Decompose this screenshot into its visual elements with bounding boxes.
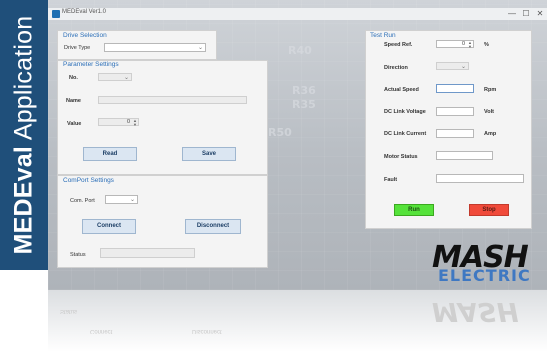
board-label: R50: [268, 126, 292, 139]
speed-ref-label: Speed Ref.: [384, 42, 413, 48]
chevron-down-icon: ⌄: [123, 75, 129, 81]
dc-link-voltage-label: DC Link Voltage: [384, 109, 426, 115]
dc-link-current-label: DC Link Current: [384, 131, 427, 137]
direction-select[interactable]: ⌄: [436, 62, 469, 70]
reflection-logo: MASH: [432, 296, 519, 326]
maximize-button[interactable]: ☐: [519, 8, 533, 19]
chevron-down-icon: ⌄: [197, 45, 203, 51]
read-button[interactable]: Read: [83, 147, 137, 161]
param-value-field[interactable]: 0 ▲ ▼: [98, 118, 139, 127]
param-value-number: 0: [126, 119, 130, 125]
param-value-label: Value: [67, 121, 82, 127]
run-button[interactable]: Run: [394, 204, 434, 216]
reflection-status: Status: [60, 308, 78, 314]
status-label: Status: [70, 252, 86, 258]
title-bar: [48, 8, 547, 20]
motor-status-label: Motor Status: [384, 154, 418, 160]
dc-link-current-unit: Amp: [484, 131, 497, 137]
reflection-disconnect: Disconnect: [192, 328, 222, 334]
param-name-field[interactable]: [98, 96, 247, 104]
electric-logo: ELECTRIC: [438, 266, 531, 285]
param-name-label: Name: [66, 98, 81, 104]
disconnect-button[interactable]: Disconnect: [185, 219, 241, 234]
reflection: MASH Status Connect Disconnect: [48, 290, 547, 352]
fault-label: Fault: [384, 177, 398, 183]
side-banner: MEDEval Application: [0, 0, 48, 270]
param-no-select[interactable]: ⌄: [98, 73, 132, 81]
comport-settings-title: ComPort Settings: [63, 177, 114, 184]
stop-button[interactable]: Stop: [469, 204, 509, 216]
save-button[interactable]: Save: [182, 147, 236, 161]
board-label: R36: [292, 84, 316, 97]
speed-ref-unit: %: [484, 42, 489, 48]
dc-link-voltage-field: [436, 107, 474, 116]
motor-status-field: [436, 151, 493, 160]
fault-field: [436, 174, 524, 183]
parameter-settings-title: Parameter Settings: [63, 61, 119, 68]
side-banner-title-rest: Application: [9, 15, 38, 141]
actual-speed-unit: Rpm: [484, 87, 497, 93]
side-banner-title-bold: MEDEval: [9, 145, 38, 255]
status-field: [100, 248, 195, 258]
dc-link-current-field: [436, 129, 474, 138]
drive-type-select[interactable]: ⌄: [104, 43, 206, 52]
actual-speed-label: Actual Speed: [384, 87, 419, 93]
spinner-icon: ▲ ▼: [133, 118, 137, 127]
board-label: R40: [288, 44, 312, 57]
board-label: R35: [292, 98, 316, 111]
drive-selection-title: Drive Selection: [63, 32, 107, 39]
side-banner-title: MEDEval Application: [10, 16, 39, 255]
com-port-select[interactable]: ⌄: [105, 195, 138, 204]
connect-button[interactable]: Connect: [82, 219, 136, 234]
com-port-label: Com. Port: [70, 198, 95, 204]
minimize-button[interactable]: —: [505, 8, 519, 19]
param-no-label: No.: [69, 75, 78, 81]
drive-type-label: Drive Type: [64, 45, 91, 51]
chevron-down-icon: ⌄: [460, 64, 466, 70]
spinner-icon: ▲ ▼: [468, 40, 472, 49]
speed-ref-value: 0: [461, 41, 465, 47]
dc-link-voltage-unit: Volt: [484, 109, 494, 115]
app-icon: [52, 10, 60, 18]
actual-speed-field: [436, 84, 474, 93]
test-run-title: Test Run: [370, 32, 396, 39]
reflection-connect: Connect: [90, 328, 113, 334]
direction-label: Direction: [384, 65, 408, 71]
close-button[interactable]: ✕: [533, 8, 547, 19]
window-title: MEDEval Ver1.0: [62, 9, 107, 15]
chevron-down-icon: ⌄: [129, 197, 135, 203]
speed-ref-field[interactable]: 0 ▲ ▼: [436, 40, 474, 49]
